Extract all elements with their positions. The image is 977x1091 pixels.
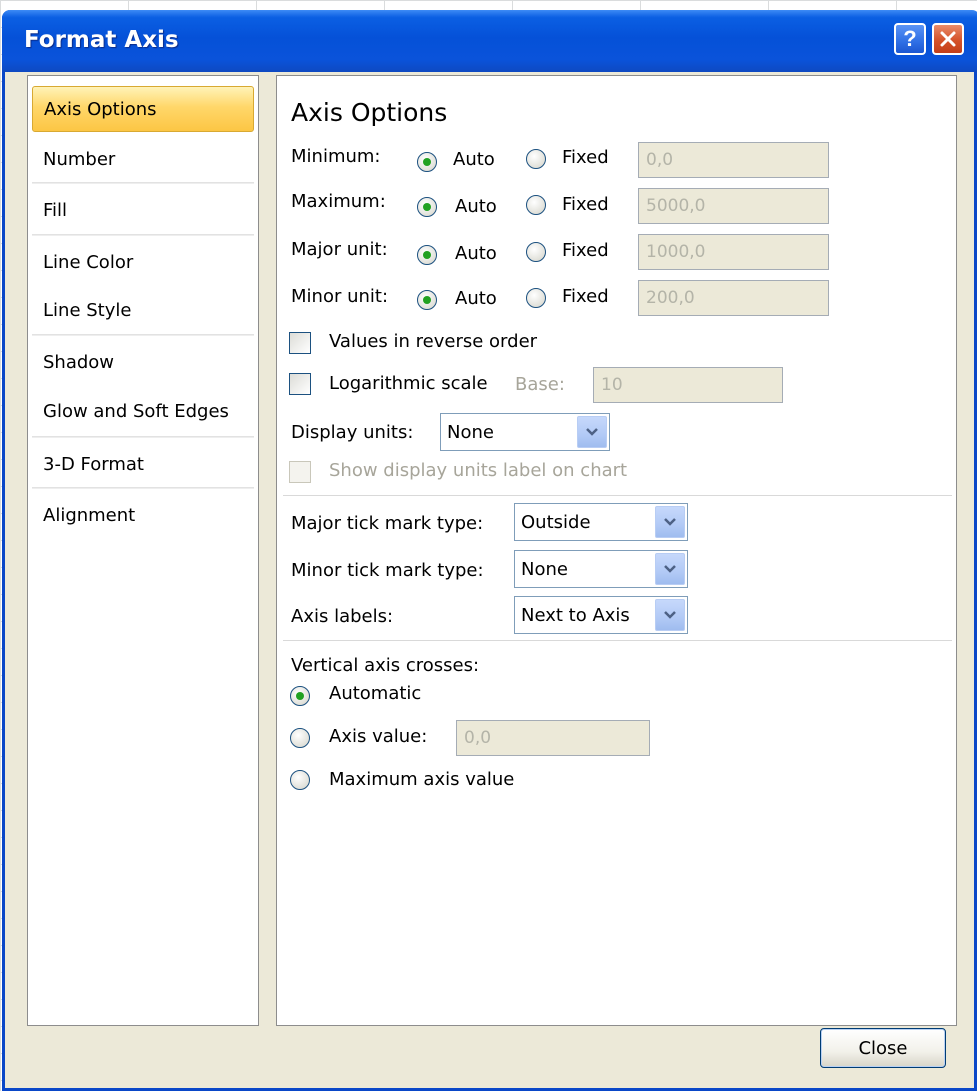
maximum-value-field[interactable]: 5000,0 <box>638 188 829 224</box>
axis-labels-value: Next to Axis <box>521 604 630 626</box>
minor-unit-auto-label: Auto <box>455 288 497 309</box>
axis-labels-label: Axis labels: <box>291 606 394 627</box>
minor-unit-auto-radio[interactable] <box>417 290 437 310</box>
maximum-fixed-label: Fixed <box>562 194 609 215</box>
chevron-down-icon <box>655 506 685 538</box>
category-label: Fill <box>43 199 68 221</box>
crosses-automatic-label: Automatic <box>329 683 422 704</box>
minimum-value-field[interactable]: 0,0 <box>638 142 829 178</box>
category-number[interactable]: Number <box>32 136 254 182</box>
category-shadow[interactable]: Shadow <box>32 339 254 385</box>
category-label: Line Color <box>43 251 134 273</box>
minor-tick-select[interactable]: None <box>514 550 688 588</box>
title-bar[interactable]: Format Axis ? <box>2 10 977 72</box>
dialog-title: Format Axis <box>24 27 179 53</box>
minimum-fixed-radio[interactable] <box>526 149 546 169</box>
category-label: Alignment <box>43 504 136 526</box>
minor-unit-value-field[interactable]: 200,0 <box>638 280 829 316</box>
category-line-color[interactable]: Line Color <box>32 239 254 285</box>
close-button-label: Close <box>858 1037 908 1059</box>
category-label: Glow and Soft Edges <box>43 400 229 422</box>
maximum-fixed-radio[interactable] <box>526 195 546 215</box>
major-unit-value-field[interactable]: 1000,0 <box>638 234 829 270</box>
section-divider <box>283 640 952 641</box>
category-separator <box>32 182 254 184</box>
show-units-label-text: Show display units label on chart <box>329 460 628 481</box>
category-label: 3-D Format <box>43 453 144 475</box>
category-label: Number <box>43 148 116 170</box>
help-button[interactable]: ? <box>894 23 926 55</box>
panel-heading: Axis Options <box>291 98 448 127</box>
chevron-down-icon <box>655 553 685 585</box>
minimum-auto-label: Auto <box>453 149 495 170</box>
category-axis-options[interactable]: Axis Options <box>32 86 254 132</box>
major-unit-auto-label: Auto <box>455 243 497 264</box>
axis-labels-select[interactable]: Next to Axis <box>514 596 688 634</box>
category-label: Shadow <box>43 351 115 373</box>
help-icon: ? <box>903 26 917 51</box>
category-separator <box>32 436 254 438</box>
minimum-fixed-label: Fixed <box>562 147 609 168</box>
minor-unit-fixed-label: Fixed <box>562 286 609 307</box>
show-units-label-checkbox[interactable] <box>289 461 311 483</box>
display-units-label: Display units: <box>291 422 414 443</box>
category-glow-soft-edges[interactable]: Glow and Soft Edges <box>32 388 254 434</box>
crosses-axis-value-field[interactable]: 0,0 <box>456 720 650 756</box>
log-base-label: Base: <box>515 374 565 395</box>
display-units-select[interactable]: None <box>440 413 610 451</box>
major-unit-auto-radio[interactable] <box>417 245 437 265</box>
minimum-label: Minimum: <box>291 146 381 167</box>
reverse-order-checkbox[interactable] <box>289 332 311 354</box>
major-tick-value: Outside <box>521 511 591 533</box>
log-scale-label: Logarithmic scale <box>329 373 488 394</box>
major-unit-fixed-radio[interactable] <box>526 242 546 262</box>
title-close-button[interactable] <box>932 23 964 55</box>
crosses-maximum-label: Maximum axis value <box>329 769 515 790</box>
display-units-value: None <box>447 421 494 443</box>
major-unit-fixed-label: Fixed <box>562 240 609 261</box>
minor-tick-value: None <box>521 558 568 580</box>
crosses-heading: Vertical axis crosses: <box>291 655 480 676</box>
category-separator <box>32 334 254 336</box>
major-unit-label: Major unit: <box>291 239 388 260</box>
crosses-axis-value-radio[interactable] <box>290 728 310 748</box>
minor-unit-label: Minor unit: <box>291 286 389 307</box>
maximum-auto-radio[interactable] <box>417 197 437 217</box>
chevron-down-icon <box>655 599 685 631</box>
close-button[interactable]: Close <box>820 1028 946 1068</box>
close-icon <box>940 31 956 47</box>
major-tick-label: Major tick mark type: <box>291 513 484 534</box>
category-separator <box>32 487 254 489</box>
minor-tick-label: Minor tick mark type: <box>291 560 484 581</box>
minimum-auto-radio[interactable] <box>417 152 437 172</box>
crosses-maximum-radio[interactable] <box>290 770 310 790</box>
maximum-label: Maximum: <box>291 191 386 212</box>
minor-unit-fixed-radio[interactable] <box>526 288 546 308</box>
maximum-auto-label: Auto <box>455 196 497 217</box>
major-tick-select[interactable]: Outside <box>514 503 688 541</box>
category-separator <box>32 234 254 236</box>
log-base-field[interactable]: 10 <box>593 367 783 403</box>
crosses-automatic-radio[interactable] <box>290 686 310 706</box>
crosses-axis-value-label: Axis value: <box>329 726 428 747</box>
reverse-order-label: Values in reverse order <box>329 331 538 352</box>
chevron-down-icon <box>577 416 607 448</box>
log-scale-checkbox[interactable] <box>289 373 311 395</box>
axis-options-panel: Axis Options Minimum: Auto Fixed 0,0 Max… <box>276 75 957 1026</box>
category-label: Axis Options <box>44 98 157 120</box>
category-fill[interactable]: Fill <box>32 187 254 233</box>
section-divider <box>283 495 952 496</box>
category-list: Axis Options Number Fill Line Color Line… <box>27 75 259 1026</box>
category-3d-format[interactable]: 3-D Format <box>32 441 254 487</box>
category-alignment[interactable]: Alignment <box>32 492 254 538</box>
category-label: Line Style <box>43 299 132 321</box>
category-line-style[interactable]: Line Style <box>32 287 254 333</box>
